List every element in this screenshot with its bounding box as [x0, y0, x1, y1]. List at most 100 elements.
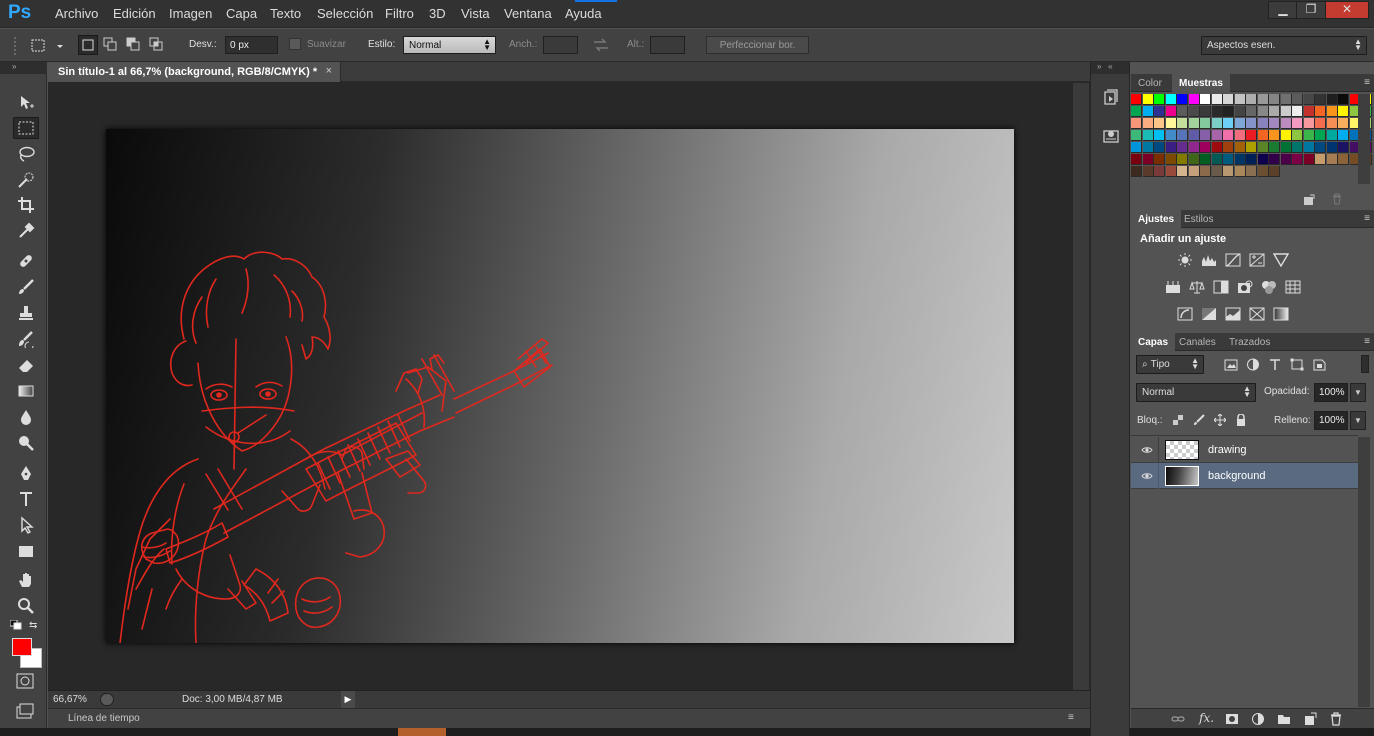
color-swatch[interactable]: [1165, 130, 1177, 141]
crop-tool[interactable]: [13, 194, 39, 216]
color-swatch[interactable]: [1292, 154, 1303, 165]
visibility-eye-icon[interactable]: [1141, 444, 1153, 456]
color-swatch[interactable]: [1269, 94, 1280, 105]
color-swatch[interactable]: [1315, 106, 1326, 117]
taskbar-app-indicator[interactable]: [398, 728, 446, 736]
color-swatch[interactable]: [1338, 130, 1349, 141]
link-layers-icon[interactable]: [1171, 712, 1185, 726]
dock-collapse-icon[interactable]: » «: [1091, 62, 1129, 74]
layer-name[interactable]: background: [1208, 470, 1266, 482]
new-selection-button[interactable]: [78, 35, 98, 55]
color-swatch[interactable]: [1188, 118, 1200, 129]
pen-tool[interactable]: [13, 462, 39, 484]
color-swatch[interactable]: [1165, 154, 1177, 165]
color-swatch[interactable]: [1211, 154, 1223, 165]
lock-all-padlock-icon[interactable]: [1235, 414, 1247, 426]
color-swatch[interactable]: [1326, 118, 1338, 129]
menu-ayuda[interactable]: Ayuda: [565, 6, 602, 21]
tab-trazados[interactable]: Trazados: [1222, 333, 1277, 351]
color-swatch[interactable]: [1177, 154, 1188, 165]
menu-ventana[interactable]: Ventana: [504, 6, 552, 21]
blur-tool[interactable]: [13, 406, 39, 428]
color-swatch[interactable]: [1200, 106, 1211, 117]
color-swatch[interactable]: [1165, 142, 1177, 153]
color-swatch[interactable]: [1326, 106, 1338, 117]
color-swatch[interactable]: [1177, 94, 1188, 105]
trash-icon[interactable]: [1331, 193, 1343, 205]
tab-ajustes[interactable]: Ajustes: [1131, 210, 1182, 228]
restore-button[interactable]: ❐: [1296, 1, 1326, 19]
color-swatch[interactable]: [1200, 130, 1211, 141]
color-swatch[interactable]: [1338, 142, 1349, 153]
color-swatch[interactable]: [1165, 166, 1177, 177]
document-tab[interactable]: Sin título-1 al 66,7% (background, RGB/8…: [48, 62, 341, 82]
swap-dimensions-button[interactable]: [592, 37, 610, 56]
color-swatch[interactable]: [1234, 154, 1246, 165]
color-swatch[interactable]: [1269, 154, 1280, 165]
close-button[interactable]: ✕: [1325, 1, 1369, 19]
adjustment-layer-icon[interactable]: [1251, 712, 1265, 726]
color-swatch[interactable]: [1257, 118, 1269, 129]
color-swatch[interactable]: [1142, 106, 1154, 117]
color-swatch[interactable]: [1315, 130, 1326, 141]
menu-capa[interactable]: Capa: [226, 6, 257, 21]
levels-icon[interactable]: [1200, 252, 1218, 268]
color-swatch[interactable]: [1315, 142, 1326, 153]
color-swatch[interactable]: [1326, 94, 1338, 105]
color-swatch[interactable]: [1303, 130, 1315, 141]
color-swatch[interactable]: [1131, 106, 1142, 117]
opacity-input[interactable]: 100%: [1314, 383, 1348, 402]
subtract-selection-button[interactable]: [124, 35, 144, 55]
new-layer-icon[interactable]: [1303, 712, 1317, 726]
timeline-menu-icon[interactable]: ≡: [1068, 712, 1074, 723]
color-swatch[interactable]: [1338, 106, 1349, 117]
layer-name[interactable]: drawing: [1208, 444, 1247, 456]
eraser-tool[interactable]: [13, 354, 39, 376]
image-canvas[interactable]: [106, 129, 1014, 643]
color-swatch[interactable]: [1223, 94, 1234, 105]
color-swatch[interactable]: [1200, 166, 1211, 177]
menu-texto[interactable]: Texto: [270, 6, 301, 21]
workspace-dropdown[interactable]: Aspectos esen. ▲ ▼: [1201, 36, 1367, 55]
color-swatch[interactable]: [1292, 142, 1303, 153]
layers-scrollbar[interactable]: [1358, 437, 1370, 707]
gradient-tool[interactable]: [13, 380, 39, 402]
brightness-contrast-icon[interactable]: [1176, 252, 1194, 268]
color-swatch[interactable]: [1223, 166, 1234, 177]
shape-filter-icon[interactable]: [1290, 358, 1304, 371]
color-swatch[interactable]: [1246, 106, 1257, 117]
pixel-filter-icon[interactable]: [1224, 358, 1238, 371]
color-swatch[interactable]: [1142, 94, 1154, 105]
threshold-icon[interactable]: [1224, 306, 1242, 322]
channel-mixer-icon[interactable]: [1260, 279, 1278, 295]
brush-tool[interactable]: [13, 276, 39, 298]
color-swatch[interactable]: [1234, 130, 1246, 141]
fill-slider-arrow-icon[interactable]: ▼: [1350, 411, 1366, 430]
color-swatch[interactable]: [1246, 118, 1257, 129]
color-swatch[interactable]: [1338, 118, 1349, 129]
color-swatch[interactable]: [1246, 154, 1257, 165]
color-lookup-icon[interactable]: [1284, 279, 1302, 295]
color-swatch[interactable]: [1315, 94, 1326, 105]
color-swatch[interactable]: [1211, 142, 1223, 153]
width-input[interactable]: [543, 36, 578, 54]
style-dropdown[interactable]: Normal ▲ ▼: [403, 36, 496, 54]
lock-pixels-brush-icon[interactable]: [1193, 414, 1205, 426]
opacity-slider-arrow-icon[interactable]: ▼: [1350, 383, 1366, 402]
color-swatch[interactable]: [1154, 166, 1165, 177]
color-swatch[interactable]: [1188, 94, 1200, 105]
color-swatch[interactable]: [1234, 94, 1246, 105]
color-swatch[interactable]: [1154, 118, 1165, 129]
color-swatch[interactable]: [1257, 94, 1269, 105]
color-swatch[interactable]: [1142, 154, 1154, 165]
color-swatch[interactable]: [1223, 118, 1234, 129]
color-swatch[interactable]: [1303, 118, 1315, 129]
visibility-eye-icon[interactable]: [1141, 470, 1153, 482]
color-swatch[interactable]: [1131, 130, 1142, 141]
black-white-icon[interactable]: [1212, 279, 1230, 295]
blend-mode-dropdown[interactable]: Normal ▲ ▼: [1136, 383, 1256, 402]
color-swatch[interactable]: [1211, 94, 1223, 105]
tab-color[interactable]: Color: [1131, 74, 1169, 92]
posterize-icon[interactable]: [1200, 306, 1218, 322]
color-swatch[interactable]: [1280, 154, 1292, 165]
